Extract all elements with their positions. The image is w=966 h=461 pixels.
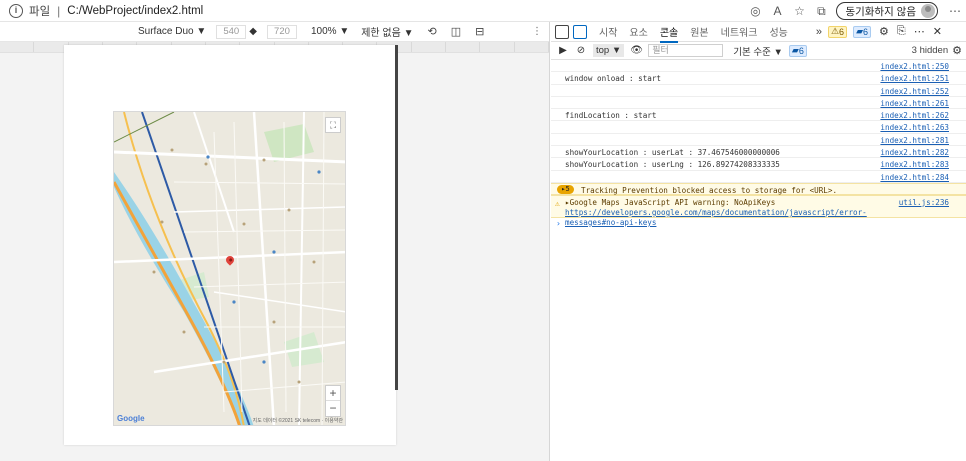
- tracking-warning-row[interactable]: ▸5 Tracking Prevention blocked access to…: [551, 182, 966, 195]
- google-logo: Google: [117, 414, 145, 423]
- source-link[interactable]: index2.html:251: [880, 74, 949, 83]
- zoom-out-button[interactable]: −: [326, 401, 340, 416]
- warning-message: Tracking Prevention blocked access to st…: [581, 185, 838, 195]
- warning-triangle-icon: ⚠: [555, 198, 560, 208]
- url-text[interactable]: C:/WebProject/index2.html: [67, 5, 203, 17]
- google-map[interactable]: ⛶ + − Google 지도 데이터 ©2021 SK telecom · 이…: [113, 111, 346, 426]
- emulation-more-icon[interactable]: ⋮: [532, 26, 542, 37]
- tab-sources[interactable]: 원본: [690, 24, 708, 39]
- sync-label: 동기화하지 않음: [845, 5, 916, 18]
- read-aloud-icon[interactable]: A: [766, 0, 788, 22]
- zoom-in-button[interactable]: +: [326, 386, 340, 401]
- clear-console-icon[interactable]: ⊘: [575, 45, 587, 56]
- message-count-badge[interactable]: ▰ 6: [853, 25, 871, 38]
- url-separator: |: [57, 3, 61, 18]
- share-icon[interactable]: ⎘: [897, 25, 906, 38]
- console-row: index2.html:250: [551, 60, 966, 73]
- filter-input[interactable]: 필터: [648, 44, 724, 57]
- settings-gear-icon[interactable]: ⚙: [879, 25, 889, 38]
- tab-performance[interactable]: 성능: [769, 24, 787, 39]
- tab-welcome[interactable]: 시작: [599, 24, 617, 39]
- favorite-icon[interactable]: ☆: [788, 0, 810, 22]
- emulation-toolbar: Surface Duo ▼ 540 ◆ 720 100% ▼ 제한 없음 ▼ ⟲…: [0, 22, 549, 42]
- source-link[interactable]: index2.html:250: [880, 62, 949, 71]
- context-select[interactable]: top ▼: [593, 44, 625, 57]
- tab-elements[interactable]: 요소: [629, 24, 647, 39]
- location-icon[interactable]: ◎: [744, 0, 766, 22]
- source-link[interactable]: util.js:236: [899, 198, 949, 207]
- fullscreen-icon[interactable]: ⛶: [325, 117, 341, 133]
- rotate-device-icon[interactable]: ⟲: [428, 25, 437, 38]
- width-input[interactable]: 540: [216, 24, 247, 39]
- source-link[interactable]: index2.html:284: [880, 173, 949, 182]
- console-toolbar: ▶ ⊘ top ▼ 👁 필터 기본 수준 ▼ ▰ 6 3 hidden ⚙: [551, 42, 966, 60]
- source-link[interactable]: index2.html:263: [880, 123, 949, 132]
- repeat-count-badge: ▸5: [557, 185, 574, 195]
- source-link[interactable]: index2.html:281: [880, 136, 949, 145]
- more-icon[interactable]: ⋯: [944, 0, 966, 22]
- map-tiles: [114, 112, 345, 425]
- source-link[interactable]: index2.html:252: [880, 87, 949, 96]
- console-settings-icon[interactable]: ⚙: [952, 44, 962, 57]
- avatar-icon: [921, 4, 935, 18]
- source-link[interactable]: index2.html:283: [880, 160, 949, 169]
- console-row: index2.html:263: [551, 121, 966, 134]
- console-row: index2.html:252: [551, 85, 966, 97]
- devtools-panel: 시작 요소 콘솔 원본 네트워크 성능 » ⚠ 6 ▰ 6 ⚙ ⎘ ⋯ ✕ ▶ ⊘ …: [551, 22, 966, 461]
- console-row: window onload : start index2.html:251: [551, 72, 966, 85]
- address-bar: i 파일 | C:/WebProject/index2.html ◎ A ☆ ⧉…: [0, 0, 966, 22]
- level-count: 6: [798, 45, 804, 56]
- console-row: showYourLocation : userLat : 37.46754600…: [551, 146, 966, 159]
- customize-icon[interactable]: ⋯: [914, 25, 925, 38]
- zoom-select[interactable]: 100% ▼: [311, 26, 349, 37]
- log-level-select[interactable]: 기본 수준 ▼: [733, 44, 783, 58]
- tab-network[interactable]: 네트워크: [721, 24, 758, 39]
- warning-count: 6: [839, 26, 845, 37]
- console-row: index2.html:261: [551, 97, 966, 110]
- more-tabs-icon[interactable]: »: [816, 26, 822, 38]
- source-link[interactable]: index2.html:262: [880, 111, 949, 120]
- device-posture-icon[interactable]: ⊟: [475, 25, 484, 38]
- console-prompt[interactable]: ›: [551, 218, 966, 230]
- device-select[interactable]: Surface Duo ▼: [138, 26, 206, 37]
- dual-screen-icon[interactable]: ◫: [451, 25, 461, 38]
- sync-button[interactable]: 동기화하지 않음: [836, 2, 938, 20]
- console-row: index2.html:281: [551, 134, 966, 147]
- map-zoom-control: + −: [325, 385, 341, 417]
- device-toolbar-icon[interactable]: [573, 24, 587, 39]
- console-row: showYourLocation : userLng : 126.8927420…: [551, 158, 966, 171]
- device-hinge: [395, 45, 398, 390]
- height-input[interactable]: 720: [266, 24, 297, 39]
- hidden-count: 3 hidden: [911, 45, 949, 56]
- level-count-badge[interactable]: ▰ 6: [788, 44, 807, 57]
- maps-warning-row[interactable]: ⚠ ▸Google Maps JavaScript API warning: N…: [551, 194, 966, 227]
- inspect-icon[interactable]: [555, 24, 569, 39]
- source-link[interactable]: index2.html:282: [880, 148, 949, 157]
- warning-count-badge[interactable]: ⚠ 6: [827, 25, 848, 38]
- tab-console[interactable]: 콘솔: [659, 24, 679, 43]
- message-count: 6: [862, 26, 868, 37]
- devtools-tabbar: 시작 요소 콘솔 원본 네트워크 성능 » ⚠ 6 ▰ 6 ⚙ ⎘ ⋯ ✕: [551, 22, 966, 43]
- console-row: index2.html:284: [551, 171, 966, 183]
- live-expression-eye-icon[interactable]: 👁: [630, 45, 643, 56]
- sidebar-toggle-icon[interactable]: ▶: [557, 45, 569, 56]
- rotate-icon[interactable]: ◆: [249, 26, 257, 37]
- collections-icon[interactable]: ⧉: [810, 0, 832, 22]
- map-attribution: 지도 데이터 ©2021 SK telecom · 이용약관: [252, 418, 343, 424]
- console-output: index2.html:250 window onload : start ind…: [551, 60, 966, 230]
- close-icon[interactable]: ✕: [933, 25, 942, 38]
- source-link[interactable]: index2.html:261: [880, 99, 949, 108]
- url-scheme: 파일: [29, 5, 51, 18]
- throttle-select[interactable]: 제한 없음 ▼: [361, 24, 413, 39]
- console-row: findLocation : start index2.html:262: [551, 109, 966, 122]
- info-icon[interactable]: i: [9, 3, 23, 18]
